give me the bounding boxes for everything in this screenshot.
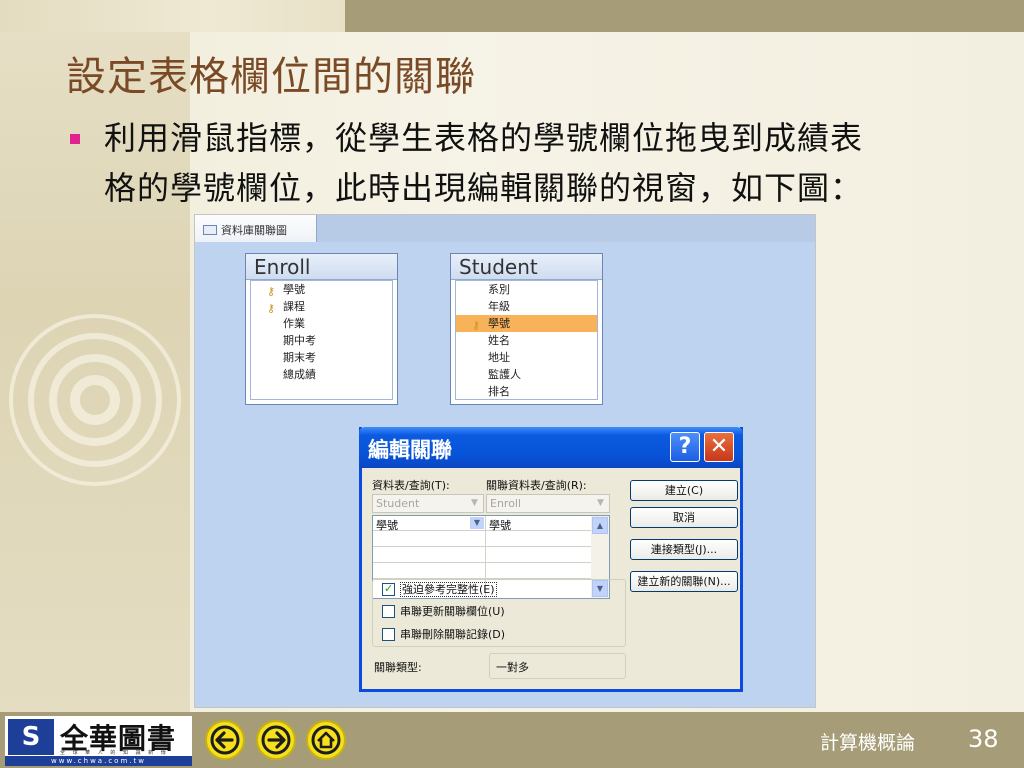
join-type-button[interactable]: 連接類型(J)... bbox=[630, 539, 738, 560]
field-label: 課程 bbox=[283, 300, 305, 313]
checkbox-box[interactable]: ✓ bbox=[382, 582, 395, 596]
create-new-button[interactable]: 建立新的關聯(N)... bbox=[630, 571, 738, 592]
grid-row[interactable]: 學號 ▼ 學號 bbox=[373, 516, 595, 533]
relationship-type-label: 關聯類型: bbox=[374, 661, 422, 674]
checkbox-box[interactable] bbox=[382, 605, 395, 618]
field-label: 期中考 bbox=[283, 334, 316, 347]
top-band-left bbox=[0, 0, 345, 32]
page-number: 38 bbox=[968, 725, 999, 753]
next-slide-button[interactable] bbox=[256, 720, 296, 760]
bullet-text-line-2: 格的學號欄位，此時出現編輯關聯的視窗，如下圖： bbox=[104, 169, 864, 207]
field-label: 系別 bbox=[488, 283, 510, 296]
document-tab-bar: 資料庫關聯圖 bbox=[195, 215, 815, 242]
left-field-cell[interactable]: 學號 bbox=[376, 517, 398, 533]
field-label: 監護人 bbox=[488, 368, 521, 381]
table-enroll[interactable]: Enroll ⚷ 學號 ⚷ 課程 作業 期中考 期末考 總成績 bbox=[245, 253, 398, 405]
table-query-label: 資料表/查詢(T): bbox=[372, 479, 450, 492]
field-row[interactable]: ⚷ 課程 bbox=[251, 298, 392, 315]
top-band bbox=[0, 0, 1024, 32]
field-row[interactable]: 排名 bbox=[456, 383, 597, 400]
top-band-right bbox=[345, 0, 1024, 32]
grid-row[interactable] bbox=[373, 532, 595, 547]
checkbox-label: 串聯更新關聯欄位(U) bbox=[400, 605, 505, 618]
edit-relationships-dialog: 編輯關聯 ? ✕ 資料表/查詢(T): 關聯資料表/查詢(R): Student… bbox=[359, 427, 743, 692]
slide-title: 設定表格欄位間的關聯 bbox=[66, 54, 476, 100]
related-table-query-select[interactable]: Enroll ▼ bbox=[486, 494, 610, 513]
chevron-down-icon[interactable]: ▼ bbox=[593, 496, 608, 511]
table-query-value: Student bbox=[376, 497, 420, 510]
chevron-down-icon[interactable]: ▼ bbox=[467, 496, 482, 511]
field-row[interactable]: 總成績 bbox=[251, 366, 392, 383]
checkbox-label: 串聯刪除關聯記錄(D) bbox=[400, 628, 506, 641]
logo-subtitle: 全 球 華 人 的 知 識 新 傳 bbox=[60, 750, 169, 756]
table-student-fields: 系別 年級 ⚷ 學號 姓名 地址 監護人 排名 bbox=[455, 280, 598, 400]
field-row[interactable]: 期末考 bbox=[251, 349, 392, 366]
checkbox-box[interactable] bbox=[382, 628, 395, 641]
field-label: 總成績 bbox=[283, 368, 316, 381]
field-label: 排名 bbox=[488, 385, 510, 398]
field-row[interactable]: 作業 bbox=[251, 315, 392, 332]
table-query-select[interactable]: Student ▼ bbox=[372, 494, 484, 513]
checkmark-icon: ✓ bbox=[384, 582, 394, 595]
field-label: 地址 bbox=[488, 351, 510, 364]
table-enroll-fields: ⚷ 學號 ⚷ 課程 作業 期中考 期末考 總成績 bbox=[250, 280, 393, 400]
field-label: 姓名 bbox=[488, 334, 510, 347]
field-row[interactable]: 年級 bbox=[456, 298, 597, 315]
cascade-delete-checkbox[interactable]: 串聯刪除關聯記錄(D) bbox=[382, 628, 505, 644]
related-table-query-label: 關聯資料表/查詢(R): bbox=[486, 479, 587, 492]
create-button[interactable]: 建立(C) bbox=[630, 480, 738, 501]
dialog-titlebar[interactable]: 編輯關聯 ? ✕ bbox=[359, 427, 743, 468]
field-row[interactable]: 系別 bbox=[456, 281, 597, 298]
field-row[interactable]: 期中考 bbox=[251, 332, 392, 349]
enforce-integrity-checkbox[interactable]: ✓ 強迫參考完整性(E) bbox=[382, 582, 497, 599]
grid-row[interactable] bbox=[373, 548, 595, 563]
field-row[interactable]: 地址 bbox=[456, 349, 597, 366]
arrow-right-icon bbox=[261, 725, 291, 755]
help-button[interactable]: ? bbox=[670, 432, 700, 462]
previous-slide-button[interactable] bbox=[205, 720, 245, 760]
related-table-query-value: Enroll bbox=[490, 497, 522, 510]
relationship-type-value: 一對多 bbox=[489, 653, 626, 679]
cancel-button[interactable]: 取消 bbox=[630, 507, 738, 528]
home-button[interactable] bbox=[306, 720, 346, 760]
table-student[interactable]: Student 系別 年級 ⚷ 學號 姓名 地址 監護人 排名 bbox=[450, 253, 603, 405]
tab-label: 資料庫關聯圖 bbox=[221, 224, 287, 237]
field-label: 學號 bbox=[283, 283, 305, 296]
scroll-up-icon[interactable]: ▲ bbox=[592, 517, 608, 534]
right-field-cell[interactable]: 學號 bbox=[489, 517, 511, 533]
field-row[interactable]: ⚷ 學號 bbox=[251, 281, 392, 298]
publisher-logo: S 全華圖書 全 球 華 人 的 知 識 新 傳 www.chwa.com.tw bbox=[5, 716, 192, 766]
checkbox-label: 強迫參考完整性(E) bbox=[400, 582, 497, 597]
bullet-text: 利用滑鼠指標，從學生表格的學號欄位拖曳到成績表 格的學號欄位，此時出現編輯關聯的… bbox=[104, 113, 984, 213]
table-enroll-title[interactable]: Enroll bbox=[246, 254, 397, 280]
bullet-text-line-1: 利用滑鼠指標，從學生表格的學號欄位拖曳到成績表 bbox=[104, 119, 864, 157]
tab-relationships[interactable]: 資料庫關聯圖 bbox=[195, 215, 317, 242]
course-name: 計算機概論 bbox=[820, 732, 916, 754]
logo-url: www.chwa.com.tw bbox=[5, 756, 192, 766]
concentric-circles-decoration bbox=[9, 314, 181, 486]
field-row[interactable]: 監護人 bbox=[456, 366, 597, 383]
table-student-title[interactable]: Student bbox=[451, 254, 602, 280]
arrow-left-icon bbox=[210, 725, 240, 755]
field-label: 年級 bbox=[488, 300, 510, 313]
bullet-marker bbox=[70, 134, 80, 144]
logo-emblem-icon: S bbox=[8, 719, 54, 755]
cascade-update-checkbox[interactable]: 串聯更新關聯欄位(U) bbox=[382, 605, 505, 621]
field-label: 作業 bbox=[283, 317, 305, 330]
field-label: 學號 bbox=[488, 317, 510, 330]
field-row-selected[interactable]: ⚷ 學號 bbox=[456, 315, 597, 332]
dialog-title: 編輯關聯 bbox=[368, 438, 452, 462]
close-button[interactable]: ✕ bbox=[704, 432, 734, 462]
grid-row[interactable] bbox=[373, 564, 595, 579]
field-label: 期末考 bbox=[283, 351, 316, 364]
field-row[interactable]: 姓名 bbox=[456, 332, 597, 349]
relationships-icon bbox=[203, 225, 217, 235]
chevron-down-icon[interactable]: ▼ bbox=[470, 517, 484, 529]
home-icon bbox=[311, 725, 341, 755]
